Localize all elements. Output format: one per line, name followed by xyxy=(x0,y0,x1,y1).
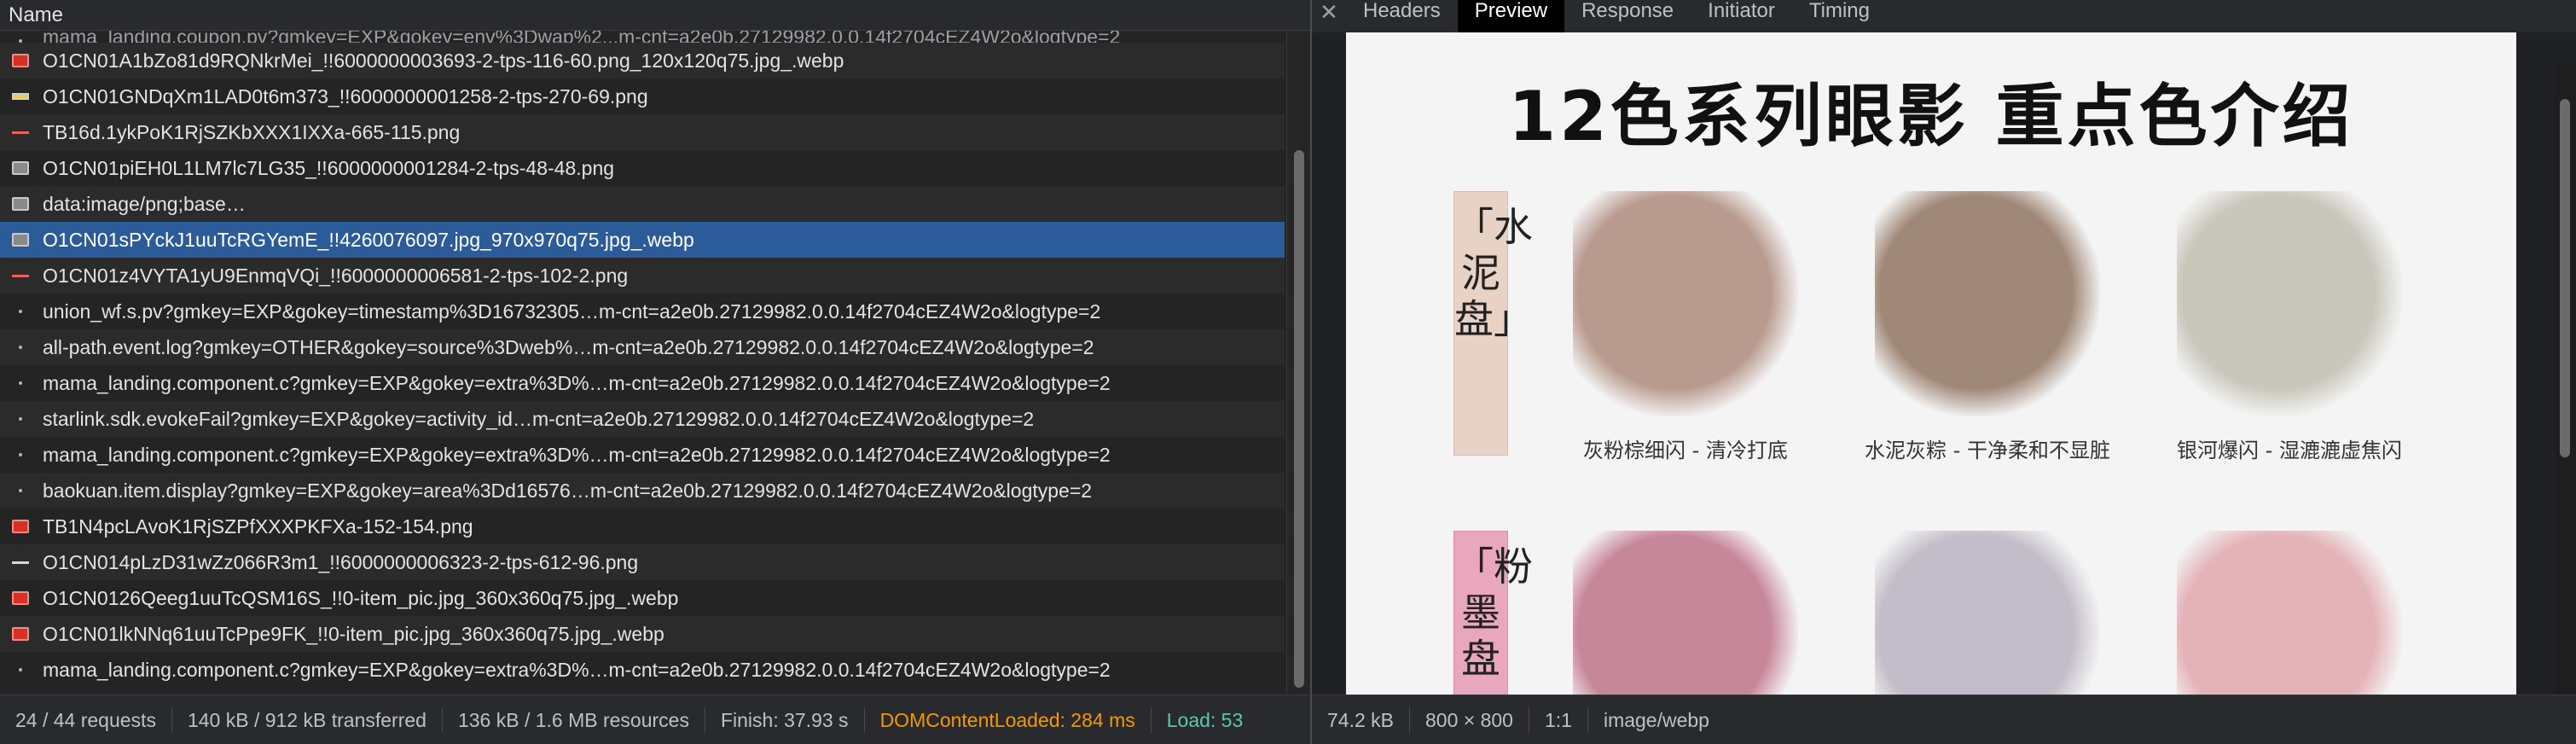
series-tag-cement: 「水泥盘」 xyxy=(1453,191,1533,456)
request-list-scrollbar-thumb[interactable] xyxy=(1294,150,1304,688)
request-row[interactable]: O1CN01piEH0L1LM7lc7LG35_!!6000000001284-… xyxy=(0,150,1285,186)
request-name: O1CN01GNDqXm1LAD0t6m373_!!6000000001258-… xyxy=(43,85,648,108)
name-column-header[interactable]: Name xyxy=(0,0,1310,31)
request-row[interactable]: mama_landing.component.c?gmkey=EXP&gokey… xyxy=(0,437,1285,473)
request-row[interactable]: starlink.sdk.evokeFail?gmkey=EXP&gokey=a… xyxy=(0,401,1285,437)
swatch-label-3: 银河爆闪 - 湿漉漉虚焦闪 xyxy=(2177,439,2402,462)
preview-scrollbar[interactable] xyxy=(2554,65,2576,695)
dot-icon xyxy=(12,39,29,43)
transferred-size: 140 kB / 912 kB transferred xyxy=(172,707,443,733)
request-list: mama_landing.coupon.pv?gmkey=EXP&gokey=e… xyxy=(0,31,1285,695)
image-dimensions: 800 × 800 xyxy=(1410,707,1529,733)
request-name: baokuan.item.display?gmkey=EXP&gokey=are… xyxy=(43,480,1093,502)
request-name: mama_landing.component.c?gmkey=EXP&gokey… xyxy=(43,659,1111,681)
request-name: mama_landing.component.c?gmkey=EXP&gokey… xyxy=(43,444,1111,466)
tab-response[interactable]: Response xyxy=(1564,0,1691,32)
request-list-scrollbar[interactable] xyxy=(1286,31,1310,695)
request-name: TB16d.1ykPoK1RjSZKbXXX1IXXa-665-115.png xyxy=(43,121,461,143)
swatch-label-2: 水泥灰粽 - 干净柔和不显脏 xyxy=(1865,439,2110,462)
red-dash-icon xyxy=(12,131,29,134)
finish-time: Finish: 37.93 s xyxy=(705,707,865,733)
request-detail-panel: ✕ Headers Preview Response Initiator Tim… xyxy=(1312,0,2576,744)
dash-icon xyxy=(12,561,29,564)
request-row[interactable]: baokuan.item.display?gmkey=EXP&gokey=are… xyxy=(0,473,1285,509)
tab-headers[interactable]: Headers xyxy=(1346,0,1458,32)
detail-tabs: ✕ Headers Preview Response Initiator Tim… xyxy=(1312,0,2576,33)
preview-image: 12色系列眼影 重点色介绍 「水泥盘」 灰粉棕细闪 - 清冷打底 水泥灰粽 - … xyxy=(1346,32,2516,695)
swatch-label-1: 灰粉棕细闪 - 清冷打底 xyxy=(1583,439,1788,462)
network-status-bar: 24 / 44 requests 140 kB / 912 kB transfe… xyxy=(0,695,1310,744)
image-file-icon xyxy=(12,233,29,247)
preview-image-title: 12色系列眼影 重点色介绍 xyxy=(1508,77,2354,156)
swatch-4 xyxy=(1573,531,1798,695)
series-tag-pink: 「粉墨盘 xyxy=(1453,531,1533,695)
dot-icon xyxy=(12,417,29,421)
request-row[interactable]: TB16d.1ykPoK1RjSZKbXXX1IXXa-665-115.png xyxy=(0,114,1285,150)
load-time: Load: 53 xyxy=(1166,709,1244,731)
request-row[interactable]: mama_landing.component.c?gmkey=EXP&gokey… xyxy=(0,365,1285,401)
close-icon[interactable]: ✕ xyxy=(1312,0,1346,32)
request-row[interactable]: O1CN01z4VYTA1yU9EnmqVQi_!!6000000006581-… xyxy=(0,258,1285,294)
requests-count: 24 / 44 requests xyxy=(0,707,172,733)
request-name: mama_landing.coupon.pv?gmkey=EXP&gokey=e… xyxy=(43,31,1121,43)
dot-icon xyxy=(12,310,29,313)
request-row[interactable]: all-path.event.log?gmkey=OTHER&gokey=sou… xyxy=(0,329,1285,365)
red-dash-icon xyxy=(12,274,29,277)
swatch-3 xyxy=(2177,191,2402,416)
request-name: O1CN01lkNNq61uuTcPpe9FK_!!0-item_pic.jpg… xyxy=(43,623,664,645)
request-row[interactable]: O1CN014pLzD31wZz066R3m1_!!6000000006323-… xyxy=(0,544,1285,580)
request-name: O1CN01piEH0L1LM7lc7LG35_!!6000000001284-… xyxy=(43,157,615,179)
red-image-icon xyxy=(12,520,29,533)
request-name: O1CN01sPYckJ1uuTcRGYemE_!!4260076097.jpg… xyxy=(43,229,694,251)
preview-scrollbar-thumb[interactable] xyxy=(2560,99,2570,457)
tab-timing[interactable]: Timing xyxy=(1792,0,1887,32)
request-name: TB1N4pcLAvoK1RjSZPfXXXPKFXa-152-154.png xyxy=(43,515,473,538)
request-row[interactable]: O1CN0126Qeeg1uuTcQSM16S_!!0-item_pic.jpg… xyxy=(0,580,1285,616)
image-file-icon xyxy=(12,197,29,211)
request-row[interactable]: O1CN01GNDqXm1LAD0t6m373_!!6000000001258-… xyxy=(0,78,1285,114)
swatch-6 xyxy=(2177,531,2402,695)
image-size: 74.2 kB xyxy=(1312,707,1410,733)
request-row[interactable]: O1CN01sPYckJ1uuTcRGYemE_!!4260076097.jpg… xyxy=(0,222,1285,258)
request-name: starlink.sdk.evokeFail?gmkey=EXP&gokey=a… xyxy=(43,408,1035,430)
image-info-bar: 74.2 kB 800 × 800 1:1 image/webp xyxy=(1312,695,2576,744)
image-ratio: 1:1 xyxy=(1529,707,1588,733)
resources-size: 136 kB / 1.6 MB resources xyxy=(443,707,705,733)
dom-content-loaded-time: DOMContentLoaded: 284 ms xyxy=(865,707,1152,733)
request-row[interactable]: O1CN01A1bZo81d9RQNkrMei_!!6000000003693-… xyxy=(0,43,1285,78)
swatch-1 xyxy=(1573,191,1798,416)
request-name: O1CN01z4VYTA1yU9EnmqVQi_!!6000000006581-… xyxy=(43,264,629,287)
request-row[interactable]: O1CN01lkNNq61uuTcPpe9FK_!!0-item_pic.jpg… xyxy=(0,616,1285,652)
tab-preview[interactable]: Preview xyxy=(1457,0,1565,32)
request-name: O1CN0126Qeeg1uuTcQSM16S_!!0-item_pic.jpg… xyxy=(43,587,679,609)
request-name: union_wf.s.pv?gmkey=EXP&gokey=timestamp%… xyxy=(43,300,1101,323)
red-image-icon xyxy=(12,591,29,605)
yellow-bar-icon xyxy=(12,93,29,100)
tab-initiator[interactable]: Initiator xyxy=(1691,0,1792,32)
request-row[interactable]: TB1N4pcLAvoK1RjSZPfXXXPKFXa-152-154.png xyxy=(0,509,1285,544)
dot-icon xyxy=(12,668,29,671)
swatch-5 xyxy=(1875,531,2100,695)
request-name: data:image/png;base… xyxy=(43,193,246,215)
request-name: mama_landing.component.c?gmkey=EXP&gokey… xyxy=(43,372,1111,394)
request-row[interactable]: union_wf.s.pv?gmkey=EXP&gokey=timestamp%… xyxy=(0,294,1285,329)
dot-icon xyxy=(12,381,29,385)
request-name: O1CN01A1bZo81d9RQNkrMei_!!6000000003693-… xyxy=(43,49,844,72)
network-request-panel: Name mama_landing.coupon.pv?gmkey=EXP&go… xyxy=(0,0,1310,744)
red-image-icon xyxy=(12,54,29,67)
red-image-icon xyxy=(12,627,29,641)
request-row[interactable]: mama_landing.coupon.pv?gmkey=EXP&gokey=e… xyxy=(0,31,1285,43)
request-row[interactable]: mama_landing.component.c?gmkey=EXP&gokey… xyxy=(0,652,1285,688)
image-preview-area: 12色系列眼影 重点色介绍 「水泥盘」 灰粉棕细闪 - 清冷打底 水泥灰粽 - … xyxy=(1312,32,2576,695)
swatch-2 xyxy=(1875,191,2100,416)
image-file-icon xyxy=(12,161,29,175)
dot-icon xyxy=(12,489,29,492)
image-mime-type: image/webp xyxy=(1603,709,1709,731)
request-name: all-path.event.log?gmkey=OTHER&gokey=sou… xyxy=(43,336,1094,358)
request-name: O1CN014pLzD31wZz066R3m1_!!6000000006323-… xyxy=(43,551,639,573)
request-row[interactable]: data:image/png;base… xyxy=(0,186,1285,222)
dot-icon xyxy=(12,453,29,456)
dot-icon xyxy=(12,346,29,349)
